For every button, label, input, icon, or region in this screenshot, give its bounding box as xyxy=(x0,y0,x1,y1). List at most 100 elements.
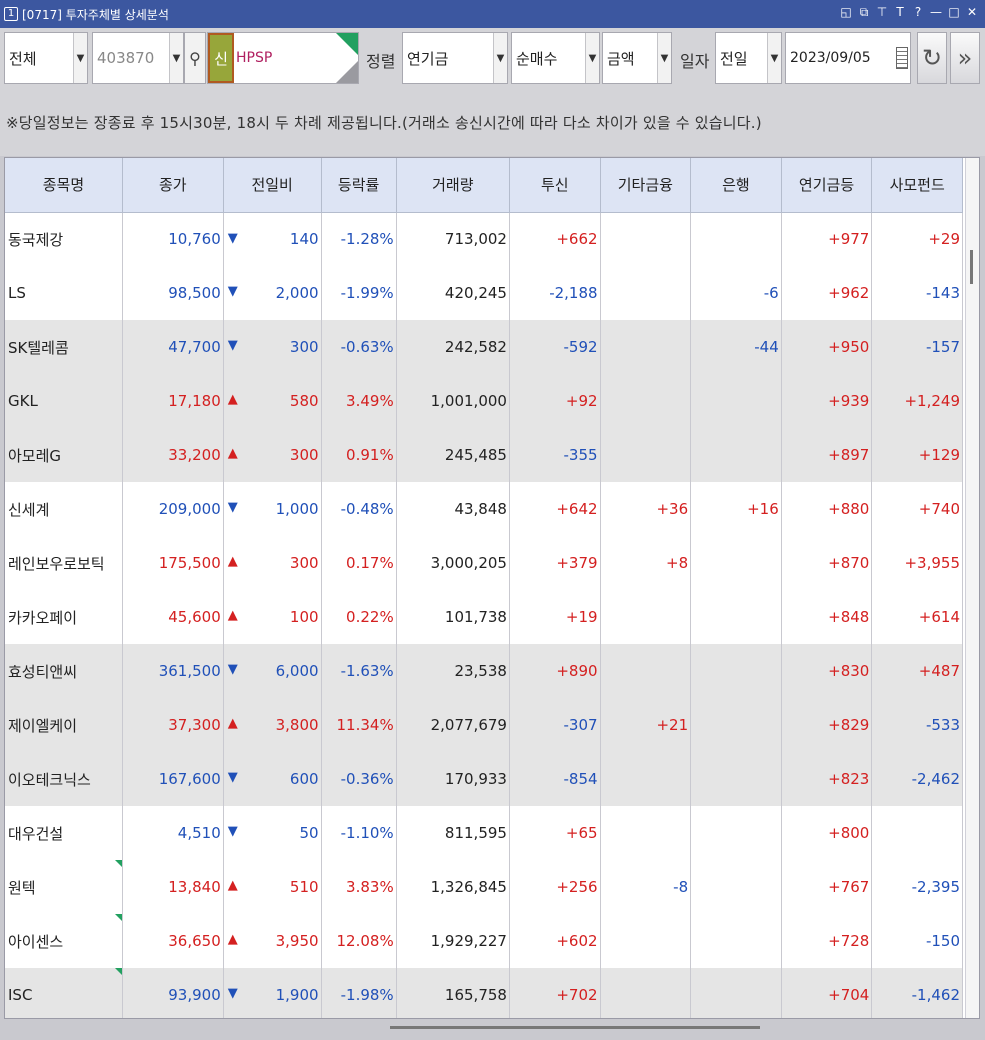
table-row[interactable]: ISC 93,900 ▼ 1,900 -1.98% 165,758 +702 +704 -1,4… xyxy=(5,968,963,1018)
table-row[interactable]: 이오테크닉스 167,600 ▼ 600 -0.36% 170,933 -854 +823 -2… xyxy=(5,752,963,806)
table-row[interactable]: 레인보우로보틱 175,500 ▲ 300 0.17% 3,000,205 +379 +8 +8… xyxy=(5,536,963,590)
volume-cell-value: 2,077,679 xyxy=(430,716,507,734)
chevron-down-icon[interactable]: ▼ xyxy=(73,33,87,83)
pension-cell-value: +950 xyxy=(828,338,870,356)
column-header[interactable]: 기타금융 xyxy=(600,158,692,213)
date-input[interactable]: 2023/09/05 xyxy=(785,32,911,84)
pension-cell-value: +897 xyxy=(828,446,870,464)
search-button[interactable]: ⚲ xyxy=(184,32,206,84)
chevron-down-icon[interactable]: ▼ xyxy=(657,33,671,83)
close-icon[interactable]: ✕ xyxy=(965,5,979,20)
table-row[interactable]: 동국제강 10,760 ▼ 140 -1.28% 713,002 +662 +977 +29 xyxy=(5,212,963,266)
period-select-value: 전일 xyxy=(720,49,748,68)
font-icon[interactable]: T xyxy=(893,5,907,20)
table-row[interactable]: 제이엘케이 37,300 ▲ 3,800 11.34% 2,077,679 -307 +21 +… xyxy=(5,698,963,752)
chevron-down-icon[interactable]: ▼ xyxy=(585,33,599,83)
other-finance-cell xyxy=(600,752,692,806)
column-header[interactable]: 은행 xyxy=(690,158,782,213)
trust-cell: +65 xyxy=(509,806,601,860)
close-price-cell-value: 13,840 xyxy=(168,878,221,896)
stock-name-cell: 신세계 xyxy=(5,482,123,536)
market-select[interactable]: 전체 ▼ xyxy=(4,32,88,84)
close-price-cell-value: 33,200 xyxy=(168,446,221,464)
other-finance-cell: -8 xyxy=(600,860,692,914)
private-fund-cell-value: +1,249 xyxy=(904,392,960,410)
table-row[interactable]: 아모레G 33,200 ▲ 300 0.91% 245,485 -355 +897 +129 xyxy=(5,428,963,482)
next-button[interactable]: » xyxy=(950,32,980,84)
corner-marker-icon xyxy=(114,914,122,921)
bank-cell xyxy=(690,752,782,806)
restore-layout-icon[interactable]: ◱ xyxy=(839,5,853,20)
trust-cell: -592 xyxy=(509,320,601,374)
close-price-cell: 98,500 xyxy=(122,266,224,320)
pension-cell-value: +848 xyxy=(828,608,870,626)
refresh-button[interactable]: ↻ xyxy=(917,32,947,84)
other-finance-cell: +8 xyxy=(600,536,692,590)
bank-cell xyxy=(690,428,782,482)
help-icon[interactable]: ? xyxy=(911,5,925,20)
close-price-cell-value: 47,700 xyxy=(168,338,221,356)
investor-select[interactable]: 연기금 ▼ xyxy=(402,32,508,84)
column-header[interactable]: 종가 xyxy=(122,158,224,213)
column-header[interactable]: 투신 xyxy=(509,158,601,213)
unit-select[interactable]: 금액 ▼ xyxy=(602,32,672,84)
stock-name-cell-value: 원텍 xyxy=(8,878,36,897)
volume-cell: 1,326,845 xyxy=(396,860,510,914)
table-row[interactable]: 대우건설 4,510 ▼ 50 -1.10% 811,595 +65 +800 xyxy=(5,806,963,860)
column-header[interactable]: 등락률 xyxy=(321,158,397,213)
volume-cell-value: 165,758 xyxy=(444,986,507,1004)
trade-type-select[interactable]: 순매수 ▼ xyxy=(511,32,600,84)
table-row[interactable]: 효성티앤씨 361,500 ▼ 6,000 -1.63% 23,538 +890 +830 +4… xyxy=(5,644,963,698)
change-rate-cell-value: -1.98% xyxy=(340,986,394,1004)
change-cell-value: 600 xyxy=(289,770,319,788)
double-chevron-right-icon: » xyxy=(957,44,973,72)
change-cell: ▼ 140 xyxy=(223,212,322,266)
pension-cell: +728 xyxy=(781,914,873,968)
stock-name-cell-value: 레인보우로보틱 xyxy=(8,554,105,573)
stock-name-box[interactable]: 신 HPSP xyxy=(207,32,359,84)
trust-cell: +662 xyxy=(509,212,601,266)
column-header[interactable]: 종목명 xyxy=(5,158,123,213)
change-rate-cell: 12.08% xyxy=(321,914,397,968)
stock-code-input[interactable]: 403870 ▼ xyxy=(92,32,184,84)
table-row[interactable]: 신세계 209,000 ▼ 1,000 -0.48% 43,848 +642 +36 +16 +8… xyxy=(5,482,963,536)
private-fund-cell: +3,955 xyxy=(871,536,963,590)
table-row[interactable]: GKL 17,180 ▲ 580 3.49% 1,001,000 +92 +939 +1,249 xyxy=(5,374,963,428)
up-triangle-icon: ▲ xyxy=(227,392,238,407)
horizontal-scrollbar[interactable] xyxy=(390,1026,760,1029)
column-header[interactable]: 연기금등 xyxy=(781,158,873,213)
volume-cell: 170,933 xyxy=(396,752,510,806)
private-fund-cell-value: +29 xyxy=(928,230,960,249)
chevron-down-icon[interactable]: ▼ xyxy=(767,33,781,83)
stock-name-cell-value: 아모레G xyxy=(8,446,62,465)
table-row[interactable]: 원텍 13,840 ▲ 510 3.83% 1,326,845 +256 -8 +767 -2,3… xyxy=(5,860,963,914)
column-header[interactable]: 사모펀드 xyxy=(871,158,963,213)
table-row[interactable]: SK텔레콤 47,700 ▼ 300 -0.63% 242,582 -592 -44 +950 -… xyxy=(5,320,963,374)
table-row[interactable]: LS 98,500 ▼ 2,000 -1.99% 420,245 -2,188 -6 +962 -… xyxy=(5,266,963,320)
market-select-value: 전체 xyxy=(9,49,37,68)
minimize-icon[interactable]: — xyxy=(929,5,943,20)
other-finance-cell-value: +8 xyxy=(666,554,689,572)
chevron-down-icon[interactable]: ▼ xyxy=(493,33,507,83)
calendar-icon[interactable] xyxy=(896,47,908,69)
close-price-cell: 93,900 xyxy=(122,968,224,1018)
chevron-down-icon[interactable]: ▼ xyxy=(169,33,183,83)
vertical-scrollbar[interactable] xyxy=(965,158,979,1018)
close-price-cell-value: 167,600 xyxy=(158,770,221,788)
change-rate-cell: 0.91% xyxy=(321,428,397,482)
volume-cell-value: 23,538 xyxy=(454,662,507,680)
column-header[interactable]: 전일비 xyxy=(223,158,322,213)
pin-icon[interactable]: ⊤ xyxy=(875,5,889,20)
table-row[interactable]: 카카오페이 45,600 ▲ 100 0.22% 101,738 +19 +848 +614 xyxy=(5,590,963,644)
change-cell-value: 2,000 xyxy=(275,284,319,302)
table-row[interactable]: 아이센스 36,650 ▲ 3,950 12.08% 1,929,227 +602 +728 -… xyxy=(5,914,963,968)
scroll-thumb[interactable] xyxy=(970,250,973,284)
maximize-icon[interactable]: □ xyxy=(947,5,961,20)
column-header[interactable]: 거래량 xyxy=(396,158,510,213)
period-select[interactable]: 전일 ▼ xyxy=(715,32,782,84)
copy-window-icon[interactable]: ⧉ xyxy=(857,5,871,20)
volume-cell-value: 43,848 xyxy=(454,500,507,518)
change-rate-cell-value: -1.28% xyxy=(340,230,394,249)
info-notice: ※당일정보는 장종료 후 15시30분, 18시 두 차례 제공됩니다.(거래소… xyxy=(6,114,762,132)
stock-name-cell-value: 효성티앤씨 xyxy=(8,662,78,681)
